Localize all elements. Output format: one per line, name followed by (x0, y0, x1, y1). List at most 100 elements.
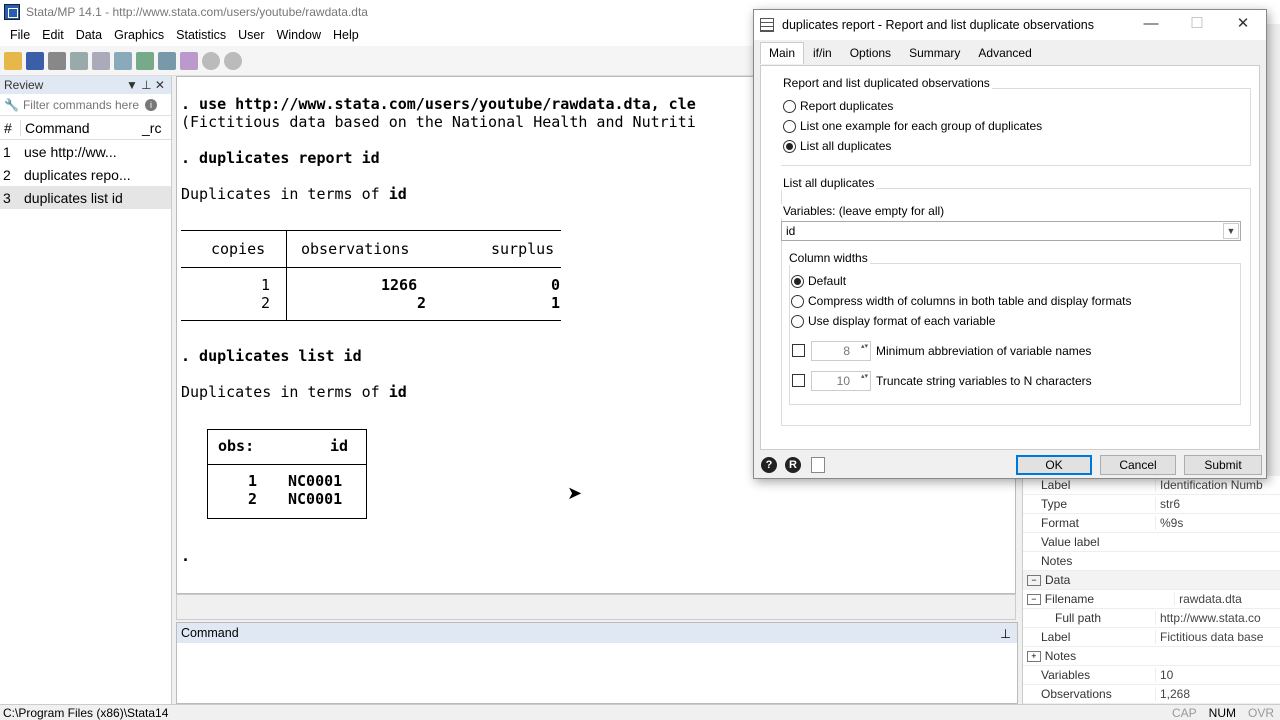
command-pane: Command ⊥ (176, 622, 1018, 704)
data-editor-icon[interactable] (158, 51, 176, 70)
caps-indicator: CAP (1171, 705, 1197, 720)
property-row[interactable]: + Notes (1023, 647, 1280, 666)
cell-surplus: 1 (551, 294, 561, 312)
log-icon[interactable] (70, 51, 88, 70)
property-key: Full path (1055, 611, 1102, 625)
property-row[interactable]: Notes (1023, 552, 1280, 571)
cancel-button[interactable]: Cancel (1100, 455, 1176, 475)
menu-bar: File Edit Data Graphics Statistics User … (0, 24, 760, 46)
tab-main[interactable]: Main (760, 42, 805, 64)
truncate-checkbox[interactable] (792, 374, 805, 387)
data-browser-icon[interactable] (180, 51, 198, 70)
menu-edit[interactable]: Edit (36, 28, 70, 42)
command-input[interactable] (177, 643, 1017, 703)
print-icon[interactable] (48, 51, 66, 70)
property-row[interactable]: Variables 10 (1023, 666, 1280, 685)
radio-list-one-example[interactable]: List one example for each group of dupli… (783, 119, 1042, 133)
radio-button[interactable] (791, 314, 804, 328)
radio-button[interactable] (783, 99, 796, 113)
menu-data[interactable]: Data (70, 28, 108, 42)
property-value: 1,268 (1155, 687, 1263, 701)
filter-input[interactable] (22, 97, 141, 112)
collapse-icon[interactable]: − (1027, 574, 1041, 586)
collapse-icon[interactable]: − (1027, 593, 1041, 605)
property-key: Type (1041, 497, 1068, 511)
radio-display-format[interactable]: Use display format of each variable (791, 314, 995, 328)
review-item-number: 1 (3, 143, 11, 160)
help-icon[interactable]: ? (761, 457, 777, 473)
radio-button[interactable] (791, 294, 804, 308)
col-number[interactable]: # (0, 120, 20, 136)
property-value: Identification Numb (1155, 478, 1263, 492)
minimize-icon[interactable]: — (1128, 10, 1174, 40)
property-row[interactable]: Type str6 (1023, 495, 1280, 514)
abbrev-checkbox[interactable] (792, 344, 805, 357)
cell-surplus: 0 (551, 276, 561, 294)
radio-button[interactable] (783, 139, 796, 153)
copy-command-icon[interactable] (811, 457, 825, 473)
review-item[interactable]: 2 duplicates repo... (0, 163, 171, 186)
close-icon[interactable]: ✕ (1220, 10, 1266, 40)
radio-button[interactable] (783, 119, 796, 133)
ok-button[interactable]: OK (1016, 455, 1092, 475)
radio-list-all[interactable]: List all duplicates (783, 139, 891, 153)
col-rc[interactable]: _rc (138, 120, 161, 136)
property-row[interactable]: Observations 1,268 (1023, 685, 1280, 704)
cell-observations: 1266 (381, 276, 418, 294)
property-row[interactable]: − Filename rawdata.dta (1023, 590, 1280, 609)
pane-controls-icon[interactable]: ▼ ⊥ ✕ (126, 78, 165, 92)
property-row[interactable]: Value label (1023, 533, 1280, 552)
submit-button[interactable]: Submit (1184, 455, 1262, 475)
abbrev-spinner[interactable]: 8 (811, 341, 871, 361)
review-item[interactable]: 3 duplicates list id (0, 186, 171, 209)
tab-if-in[interactable]: if/in (804, 42, 841, 64)
graph-icon[interactable] (114, 51, 132, 70)
review-item[interactable]: 1 use http://ww... (0, 140, 171, 163)
menu-user[interactable]: User (232, 28, 270, 42)
property-row[interactable]: Format %9s (1023, 514, 1280, 533)
review-item-text: duplicates list id (24, 189, 123, 206)
menu-statistics[interactable]: Statistics (170, 28, 232, 42)
tab-summary[interactable]: Summary (900, 42, 969, 64)
reset-icon[interactable]: R (785, 457, 801, 473)
list-table: obs: id 1 NC0001 2 NC0001 (207, 429, 367, 519)
duplicates-dialog: duplicates report - Report and list dupl… (753, 9, 1267, 479)
window-title: Stata/MP 14.1 - http://www.stata.com/use… (26, 5, 368, 19)
menu-graphics[interactable]: Graphics (108, 28, 170, 42)
radio-default[interactable]: Default (791, 274, 846, 288)
chevron-down-icon[interactable]: ▼ (1223, 223, 1239, 239)
col-command[interactable]: Command (20, 119, 138, 136)
save-icon[interactable] (26, 51, 44, 70)
property-value: http://www.stata.co (1155, 611, 1263, 625)
property-row[interactable]: Full path http://www.stata.co (1023, 609, 1280, 628)
do-file-editor-icon[interactable] (136, 51, 154, 70)
tab-advanced[interactable]: Advanced (969, 42, 1040, 64)
column-widths-label: Column widths (787, 251, 870, 265)
open-icon[interactable] (4, 51, 22, 70)
num-indicator: NUM (1208, 705, 1236, 720)
pin-icon[interactable]: ⊥ (1000, 626, 1011, 641)
tab-options[interactable]: Options (841, 42, 900, 64)
property-section[interactable]: − Data (1023, 571, 1280, 590)
truncate-spinner[interactable]: 10 (811, 371, 871, 391)
menu-file[interactable]: File (4, 28, 36, 42)
variables-combobox[interactable]: id ▼ (781, 221, 1241, 241)
menu-window[interactable]: Window (271, 28, 327, 42)
dialog-title: duplicates report - Report and list dupl… (782, 18, 1094, 32)
info-icon[interactable]: i (144, 98, 157, 111)
property-key: Notes (1044, 649, 1077, 663)
property-key: Format (1041, 516, 1080, 530)
viewer-icon[interactable] (92, 51, 110, 70)
more-icon[interactable] (202, 51, 220, 70)
expand-icon[interactable]: + (1027, 650, 1041, 662)
property-row[interactable]: Label Fictitious data basec (1023, 628, 1280, 647)
maximize-icon[interactable]: ☐ (1174, 10, 1220, 40)
radio-report-duplicates[interactable]: Report duplicates (783, 99, 893, 113)
break-icon[interactable] (224, 51, 242, 70)
menu-help[interactable]: Help (327, 28, 365, 42)
results-scrollbar[interactable] (176, 594, 1016, 620)
review-item-text: use http://ww... (24, 143, 117, 160)
abbrev-label: Minimum abbreviation of variable names (874, 344, 1094, 358)
radio-compress[interactable]: Compress width of columns in both table … (791, 294, 1132, 308)
radio-button[interactable] (791, 274, 804, 288)
